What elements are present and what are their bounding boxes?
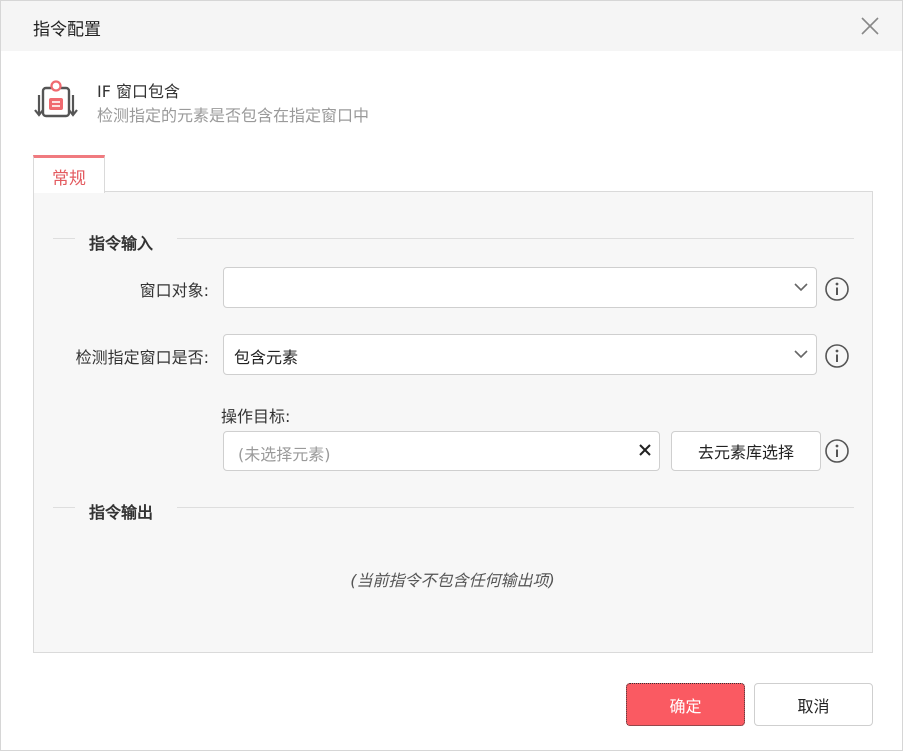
dialog-titlebar: 指令配置 bbox=[1, 1, 902, 51]
info-icon[interactable] bbox=[824, 438, 850, 464]
divider bbox=[53, 238, 75, 239]
divider bbox=[53, 507, 75, 508]
divider bbox=[177, 238, 854, 239]
cancel-button[interactable]: 取消 bbox=[754, 683, 873, 726]
chevron-down-icon bbox=[794, 350, 808, 359]
close-icon[interactable] bbox=[857, 13, 883, 39]
ok-button[interactable]: 确定 bbox=[626, 683, 745, 726]
info-icon[interactable] bbox=[824, 276, 850, 302]
target-input[interactable]: (未选择元素) bbox=[223, 431, 660, 471]
target-placeholder: (未选择元素) bbox=[238, 445, 331, 464]
info-icon[interactable] bbox=[824, 343, 850, 369]
window-object-select[interactable] bbox=[223, 267, 817, 308]
element-library-button[interactable]: 去元素库选择 bbox=[671, 431, 821, 471]
window-object-label: 窗口对象: bbox=[139, 281, 209, 300]
output-empty-note: (当前指令不包含任何输出项) bbox=[350, 571, 555, 590]
tab-general[interactable]: 常规 bbox=[33, 155, 105, 193]
detect-mode-value: 包含元素 bbox=[234, 348, 299, 367]
command-config-dialog: 指令配置 IF 窗口包含 检测指定的元素是否包含在指定窗口中 常规 指令输入 窗… bbox=[0, 0, 903, 751]
detect-mode-label: 检测指定窗口是否: bbox=[75, 348, 209, 367]
input-section-title: 指令输入 bbox=[89, 234, 154, 253]
command-description: 检测指定的元素是否包含在指定窗口中 bbox=[97, 106, 370, 125]
window-contains-icon bbox=[34, 80, 78, 118]
target-label: 操作目标: bbox=[221, 407, 291, 426]
dialog-title: 指令配置 bbox=[33, 20, 101, 40]
chevron-down-icon bbox=[794, 283, 808, 292]
clear-icon[interactable] bbox=[637, 442, 653, 458]
command-name: IF 窗口包含 bbox=[97, 82, 181, 101]
output-section-title: 指令输出 bbox=[89, 503, 154, 522]
divider bbox=[177, 507, 854, 508]
tab-general-label: 常规 bbox=[52, 169, 86, 189]
detect-mode-select[interactable]: 包含元素 bbox=[223, 334, 817, 375]
